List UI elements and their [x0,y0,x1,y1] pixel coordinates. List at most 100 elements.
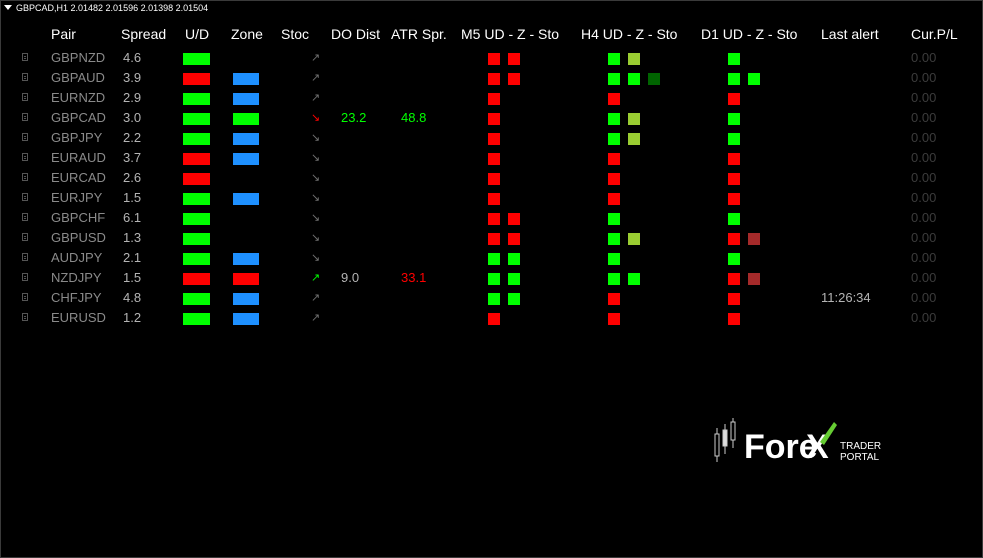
h4-signal-square [628,73,640,85]
stoc-arrow-icon: ↘ [311,112,321,124]
m5-signal-square [488,193,500,205]
spread-value: 6.1 [123,210,142,225]
stoc-arrow-icon: ↘ [311,192,321,204]
table-row[interactable]: GBPCAD 3.0 ↘ 23.2 48.8 0.00 [0,108,983,128]
document-icon[interactable] [22,173,28,181]
spread-value: 1.5 [123,190,142,205]
spread-value: 3.7 [123,150,142,165]
document-icon[interactable] [22,113,28,121]
header-spread: Spread [121,26,167,42]
chart-title-bar[interactable]: GBPCAD,H1 2.01482 2.01596 2.01398 2.0150… [4,2,208,14]
ud-indicator [183,233,210,245]
d1-signal-square [728,73,740,85]
document-icon[interactable] [22,253,28,261]
d1-signal-square [728,293,740,305]
d1-signal-square [748,73,760,85]
table-row[interactable]: EURUSD 1.2 ↗ 0.00 [0,308,983,328]
document-icon[interactable] [22,73,28,81]
spread-value: 2.1 [123,250,142,265]
cur-pl-value: 0.00 [911,110,937,125]
h4-signal-square [608,53,620,65]
m5-signal-square [488,313,500,325]
h4-signal-square [628,113,640,125]
h4-signal-square [608,93,620,105]
table-row[interactable]: GBPCHF 6.1 ↘ 0.00 [0,208,983,228]
m5-signal-square [508,73,520,85]
document-icon[interactable] [22,193,28,201]
cur-pl-value: 0.00 [911,130,937,145]
m5-signal-square [488,273,500,285]
stoc-arrow-icon: ↗ [311,292,321,304]
stoc-arrow-icon: ↘ [311,152,321,164]
stoc-arrow-icon: ↘ [311,212,321,224]
stoc-arrow-icon: ↗ [311,312,321,324]
atr-spr-value: 33.1 [401,270,427,285]
h4-signal-square [608,213,620,225]
document-icon[interactable] [22,93,28,101]
m5-signal-square [488,93,500,105]
header-do-dist: DO Dist [331,26,380,42]
header-last-alert: Last alert [821,26,879,42]
pair-symbol: EURUSD [51,310,106,325]
header-atr-spr: ATR Spr. [391,26,447,42]
m5-signal-square [508,273,520,285]
document-icon[interactable] [22,53,28,61]
cur-pl-value: 0.00 [911,310,937,325]
pair-symbol: AUDJPY [51,250,103,265]
cur-pl-value: 0.00 [911,170,937,185]
logo-trader-text: TRADER [840,441,881,452]
table-row[interactable]: GBPNZD 4.6 ↗ 0.00 [0,48,983,68]
spread-value: 1.3 [123,230,142,245]
do-dist-value: 23.2 [341,110,367,125]
forex-trader-portal-logo: Fore X TRADER PORTAL [714,418,881,466]
ud-indicator [183,93,210,105]
table-row[interactable]: AUDJPY 2.1 ↘ 0.00 [0,248,983,268]
d1-signal-square [728,193,740,205]
header-ud: U/D [185,26,210,42]
table-row[interactable]: EURNZD 2.9 ↗ 0.00 [0,88,983,108]
chart-symbol-prices: GBPCAD,H1 2.01482 2.01596 2.01398 2.0150… [16,3,209,13]
m5-signal-square [508,213,520,225]
table-row[interactable]: CHFJPY 4.8 ↗ 11:26:34 0.00 [0,288,983,308]
header-h4: H4 UD - Z - Sto [581,26,678,42]
dropdown-triangle-icon[interactable] [4,5,12,10]
document-icon[interactable] [22,213,28,221]
cur-pl-value: 0.00 [911,70,937,85]
pair-symbol: EURCAD [51,170,106,185]
document-icon[interactable] [22,273,28,281]
document-icon[interactable] [22,233,28,241]
zone-indicator [233,153,259,165]
table-row[interactable]: GBPUSD 1.3 ↘ 0.00 [0,228,983,248]
document-icon[interactable] [22,133,28,141]
cur-pl-value: 0.00 [911,270,937,285]
table-row[interactable]: EURAUD 3.7 ↘ 0.00 [0,148,983,168]
spread-value: 2.9 [123,90,142,105]
ud-indicator [183,53,210,65]
table-row[interactable]: GBPAUD 3.9 ↗ 0.00 [0,68,983,88]
header-d1: D1 UD - Z - Sto [701,26,798,42]
table-row[interactable]: GBPJPY 2.2 ↘ 0.00 [0,128,983,148]
d1-signal-square [728,93,740,105]
m5-signal-square [488,73,500,85]
zone-indicator [233,113,259,125]
zone-indicator [233,253,259,265]
document-icon[interactable] [22,313,28,321]
spread-value: 3.0 [123,110,142,125]
ud-indicator [183,273,210,285]
h4-signal-square [608,133,620,145]
header-stoc: Stoc [281,26,310,42]
d1-signal-square [728,273,740,285]
table-row[interactable]: NZDJPY 1.5 ↗ 9.0 33.1 0.00 [0,268,983,288]
table-row[interactable]: EURCAD 2.6 ↘ 0.00 [0,168,983,188]
ud-indicator [183,293,210,305]
pair-symbol: GBPJPY [51,130,103,145]
logo-x-letter: X [806,428,829,466]
document-icon[interactable] [22,153,28,161]
pair-symbol: GBPUSD [51,230,106,245]
document-icon[interactable] [22,293,28,301]
h4-signal-square [608,273,620,285]
table-row[interactable]: EURJPY 1.5 ↘ 0.00 [0,188,983,208]
stoc-arrow-icon: ↘ [311,172,321,184]
cur-pl-value: 0.00 [911,90,937,105]
stoc-arrow-icon: ↘ [311,232,321,244]
